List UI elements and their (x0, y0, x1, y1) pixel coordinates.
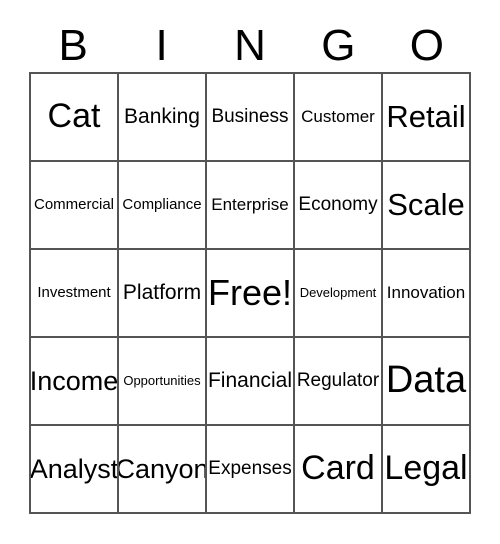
bingo-cell-label: Income (31, 365, 119, 396)
bingo-cell-label: Commercial (33, 196, 114, 214)
bingo-cell[interactable]: Innovation (383, 250, 471, 338)
bingo-cell[interactable]: Investment (31, 250, 119, 338)
bingo-cell[interactable]: Opportunities (119, 338, 207, 426)
bingo-cell-label: Legal (384, 449, 468, 488)
bingo-row: Analyst Canyon Expenses Card Legal (31, 426, 471, 514)
bingo-cell[interactable]: Economy (295, 162, 383, 250)
bingo-cell[interactable]: Compliance (119, 162, 207, 250)
bingo-cell[interactable]: Regulator (295, 338, 383, 426)
bingo-cell[interactable]: Retail (383, 74, 471, 162)
bingo-cell-label: Innovation (386, 283, 466, 303)
bingo-cell[interactable]: Enterprise (207, 162, 295, 250)
bingo-cell-label: Analyst (31, 453, 119, 484)
bingo-row: Cat Banking Business Customer Retail (31, 74, 471, 162)
bingo-cell-label: Card (301, 449, 375, 488)
bingo-cell-label: Customer (301, 107, 375, 127)
bingo-row: Income Opportunities Financial Regulator… (31, 338, 471, 426)
bingo-card: B I N G O Cat Banking Business Customer … (0, 0, 500, 544)
bingo-cell-label: Opportunities (123, 373, 201, 389)
bingo-cell-label: Retail (386, 98, 466, 134)
bingo-header-letter-g: G (321, 21, 356, 70)
bingo-cell-label: Enterprise (211, 195, 289, 215)
bingo-cell-label: Investment (37, 284, 111, 302)
bingo-cell-label: Development (299, 285, 377, 301)
bingo-cell[interactable]: Banking (119, 74, 207, 162)
bingo-cell[interactable]: Financial (207, 338, 295, 426)
bingo-cell[interactable]: Business (207, 74, 295, 162)
bingo-cell-label: Banking (124, 104, 200, 128)
bingo-header-letter-b: B (58, 21, 88, 70)
bingo-cell[interactable]: Legal (383, 426, 471, 514)
bingo-cell[interactable]: Canyon (119, 426, 207, 514)
bingo-header-letter-n: N (234, 21, 266, 70)
bingo-row: Commercial Compliance Enterprise Economy… (31, 162, 471, 250)
bingo-cell-label: Compliance (122, 196, 202, 214)
bingo-cell[interactable]: Card (295, 426, 383, 514)
bingo-cell-label: Canyon (119, 453, 207, 484)
bingo-cell[interactable]: Platform (119, 250, 207, 338)
bingo-cell-label: Scale (387, 186, 465, 222)
bingo-header-letter-o: O (409, 21, 444, 70)
bingo-cell-free-space[interactable]: Free! (207, 250, 295, 338)
bingo-header-row: B I N G O (29, 20, 471, 72)
bingo-row: Investment Platform Free! Development In… (31, 250, 471, 338)
bingo-cell[interactable]: Expenses (207, 426, 295, 514)
bingo-header-letter-i: I (155, 21, 168, 70)
bingo-cell[interactable]: Cat (31, 74, 119, 162)
bingo-cell[interactable]: Income (31, 338, 119, 426)
bingo-cell-label: Economy (298, 194, 378, 216)
bingo-cell[interactable]: Customer (295, 74, 383, 162)
bingo-cell-label: Cat (47, 97, 101, 136)
bingo-cell[interactable]: Analyst (31, 426, 119, 514)
bingo-cell[interactable]: Development (295, 250, 383, 338)
bingo-cell-label: Expenses (208, 458, 292, 480)
bingo-cell[interactable]: Commercial (31, 162, 119, 250)
bingo-cell[interactable]: Data (383, 338, 471, 426)
bingo-cell-label: Regulator (296, 370, 380, 392)
bingo-cell-label: Business (211, 106, 289, 128)
bingo-cell-label: Data (385, 359, 467, 402)
bingo-grid: Cat Banking Business Customer Retail Com… (29, 72, 471, 514)
bingo-cell-label: Financial (207, 368, 293, 392)
bingo-cell[interactable]: Scale (383, 162, 471, 250)
bingo-cell-label: Platform (122, 280, 202, 304)
bingo-free-space-label: Free! (207, 272, 293, 314)
